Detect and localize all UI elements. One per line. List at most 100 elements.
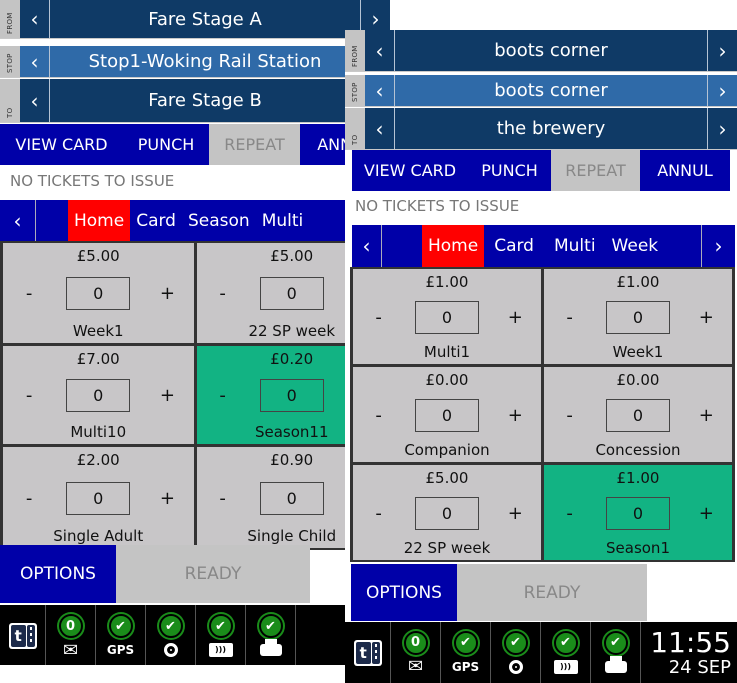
quantity-field[interactable]: 0 [259, 481, 324, 515]
card-reader-indicator[interactable]: ✔ ))) [541, 622, 591, 683]
tabs-prev-button[interactable]: ‹ [352, 225, 382, 267]
quantity-field[interactable]: 0 [66, 481, 131, 515]
increment-button[interactable]: + [500, 307, 530, 328]
increment-button[interactable]: + [152, 488, 182, 509]
from-prev-button[interactable]: ‹ [20, 0, 50, 38]
increment-button[interactable]: + [152, 283, 182, 304]
tabs-prev-button[interactable]: ‹ [0, 200, 36, 241]
printer-indicator[interactable]: ✔ [246, 605, 296, 665]
tab-home[interactable]: Home [422, 225, 485, 267]
view-card-button[interactable]: VIEW CARD [0, 124, 123, 165]
decrement-button[interactable]: - [364, 405, 394, 426]
tab-multi[interactable]: Multi [256, 200, 310, 241]
ticket-cell[interactable]: £1.00 - 0 + Season1 [544, 465, 732, 560]
quantity-field[interactable]: 0 [259, 277, 324, 310]
app-logo[interactable]: t [0, 605, 46, 665]
ticket-cell[interactable]: £1.00 - 0 + Multi1 [353, 269, 541, 364]
from-prev-button[interactable]: ‹ [365, 30, 395, 71]
ready-status: READY [116, 545, 310, 603]
decrement-button[interactable]: - [208, 488, 238, 509]
increment-button[interactable]: + [500, 503, 530, 524]
quantity-field[interactable]: 0 [414, 398, 479, 432]
from-next-button[interactable]: › [707, 30, 737, 71]
check-icon: ✔ [553, 630, 578, 655]
punch-button[interactable]: PUNCH [468, 150, 551, 191]
tab-card[interactable]: Card [484, 225, 544, 267]
stop-prev-button[interactable]: ‹ [20, 46, 50, 77]
to-stop-name[interactable]: Fare Stage B [50, 79, 360, 122]
to-next-button[interactable]: › [707, 108, 737, 149]
decrement-button[interactable]: - [364, 307, 394, 328]
tabs-next-button[interactable]: › [701, 225, 735, 267]
tab-home[interactable]: Home [68, 200, 131, 241]
increment-button[interactable]: + [152, 385, 182, 406]
ticket-price: £0.20 [270, 350, 314, 368]
decrement-button[interactable]: - [208, 283, 238, 304]
view-card-button[interactable]: VIEW CARD [352, 150, 468, 191]
card-reader-indicator[interactable]: ✔ ))) [196, 605, 246, 665]
current-stop-name[interactable]: boots corner [395, 75, 707, 106]
printer-indicator[interactable]: ✔ [591, 622, 641, 683]
ticket-cell[interactable]: £0.00 - 0 + Concession [544, 367, 732, 462]
ticket-cell[interactable]: £0.00 - 0 + Companion [353, 367, 541, 462]
network-indicator[interactable]: ✔ [491, 622, 541, 683]
ticket-cell[interactable]: £7.00 - 0 + Multi10 [3, 346, 194, 444]
gps-indicator[interactable]: ✔ GPS [441, 622, 491, 683]
from-stop-name[interactable]: Fare Stage A [50, 0, 360, 38]
decrement-button[interactable]: - [555, 307, 585, 328]
quantity-field[interactable]: 0 [66, 379, 131, 412]
messages-indicator[interactable]: 0 ✉ [391, 622, 441, 683]
quantity-field[interactable]: 0 [259, 379, 324, 412]
tab-week[interactable]: Week [606, 225, 665, 267]
decrement-button[interactable]: - [555, 405, 585, 426]
quantity-field[interactable]: 0 [605, 496, 670, 530]
ticket-cell[interactable]: £5.00 - 0 + 22 SP week [353, 465, 541, 560]
decrement-button[interactable]: - [555, 503, 585, 524]
decrement-button[interactable]: - [364, 503, 394, 524]
tab-season[interactable]: Season [182, 200, 256, 241]
message-count-badge: 0 [58, 614, 83, 638]
options-button[interactable]: OPTIONS [0, 545, 116, 603]
ticket-price: £1.00 [425, 273, 469, 291]
quantity-field[interactable]: 0 [66, 277, 131, 310]
options-button[interactable]: OPTIONS [351, 564, 457, 621]
quantity-field[interactable]: 0 [414, 300, 479, 334]
increment-button[interactable]: + [691, 405, 721, 426]
decrement-button[interactable]: - [14, 283, 44, 304]
from-stop-name[interactable]: boots corner [395, 30, 707, 71]
to-stop-name[interactable]: the brewery [395, 108, 707, 149]
tab-card[interactable]: Card [130, 200, 182, 241]
stop-next-button[interactable]: › [707, 75, 737, 106]
quantity-field[interactable]: 0 [605, 398, 670, 432]
ticket-name: Season11 [254, 423, 329, 441]
annul-button[interactable]: ANNUL [640, 150, 730, 191]
quantity-field[interactable]: 0 [605, 300, 670, 334]
repeat-button[interactable]: REPEAT [551, 150, 640, 191]
decrement-button[interactable]: - [208, 385, 238, 406]
ticket-name: Week1 [612, 343, 664, 361]
decrement-button[interactable]: - [14, 488, 44, 509]
ticket-name: Concession [595, 441, 681, 459]
gps-indicator[interactable]: ✔ GPS [96, 605, 146, 665]
stop-prev-button[interactable]: ‹ [365, 75, 395, 106]
increment-button[interactable]: + [691, 307, 721, 328]
messages-indicator[interactable]: 0 ✉ [46, 605, 96, 665]
check-icon: ✔ [108, 614, 133, 638]
current-stop-name[interactable]: Stop1-Woking Rail Station [50, 46, 360, 77]
network-indicator[interactable]: ✔ [146, 605, 196, 665]
ticket-cell[interactable]: £1.00 - 0 + Week1 [544, 269, 732, 364]
app-logo[interactable]: t [345, 622, 391, 683]
punch-button[interactable]: PUNCH [123, 124, 209, 165]
quantity-field[interactable]: 0 [414, 496, 479, 530]
tab-multi[interactable]: Multi [544, 225, 606, 267]
to-prev-button[interactable]: ‹ [365, 108, 395, 149]
ticket-cell[interactable]: £5.00 - 0 + Week1 [3, 243, 194, 343]
ticket-cell[interactable]: £2.00 - 0 + Single Adult [3, 447, 194, 548]
stop-label: STOP [351, 82, 359, 102]
to-prev-button[interactable]: ‹ [20, 79, 50, 122]
increment-button[interactable]: + [691, 503, 721, 524]
repeat-button[interactable]: REPEAT [209, 124, 300, 165]
bottom-bar: OPTIONS READY [0, 545, 310, 603]
decrement-button[interactable]: - [14, 385, 44, 406]
increment-button[interactable]: + [500, 405, 530, 426]
